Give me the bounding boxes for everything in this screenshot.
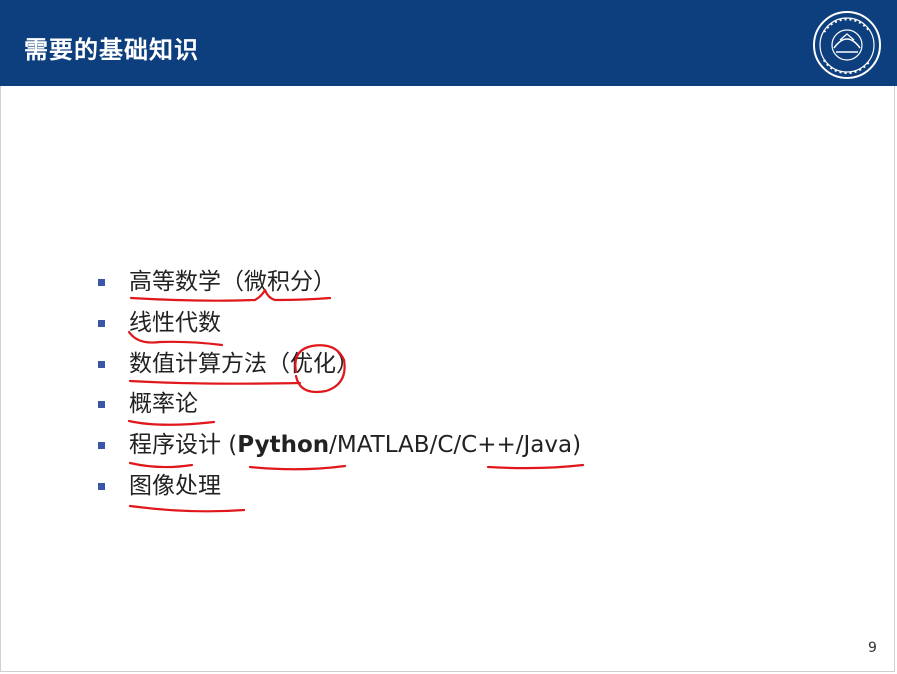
item-text-prefix: 程序设计 ( [129,432,238,459]
item-text-bold: Python [237,432,330,459]
item-text: 图像处理 [129,472,221,499]
bullet-marker [98,279,105,286]
list-item: 线性代数 [98,303,581,344]
list-item: 数值计算方法（优化） [98,344,581,385]
slide-title: 需要的基础知识 [24,36,199,64]
page-number: 9 [868,640,877,656]
bullet-marker [98,319,105,327]
university-seal-icon [813,11,881,79]
bullet-marker [98,401,105,409]
item-text: 概率论 [129,391,198,418]
bullet-marker [98,360,105,368]
list-item: 概率论 [98,384,581,425]
list-item: 高等数学（微积分） [98,262,581,303]
bullet-marker [98,482,105,490]
item-text-suffix: /MATLAB/C/C++/Java) [329,432,582,459]
item-text: 数值计算方法（优化） [129,350,359,377]
bullet-list: 高等数学（微积分） 线性代数 数值计算方法（优化） 概率论 程序设计 (Pyth… [98,262,581,507]
bullet-marker [98,442,105,450]
slide-header: 需要的基础知识 [0,0,897,86]
item-text: 高等数学（微积分） [129,269,336,295]
list-item: 图像处理 [98,466,581,507]
item-text: 线性代数 [129,309,221,336]
list-item: 程序设计 (Python/MATLAB/C/C++/Java) [98,425,581,466]
